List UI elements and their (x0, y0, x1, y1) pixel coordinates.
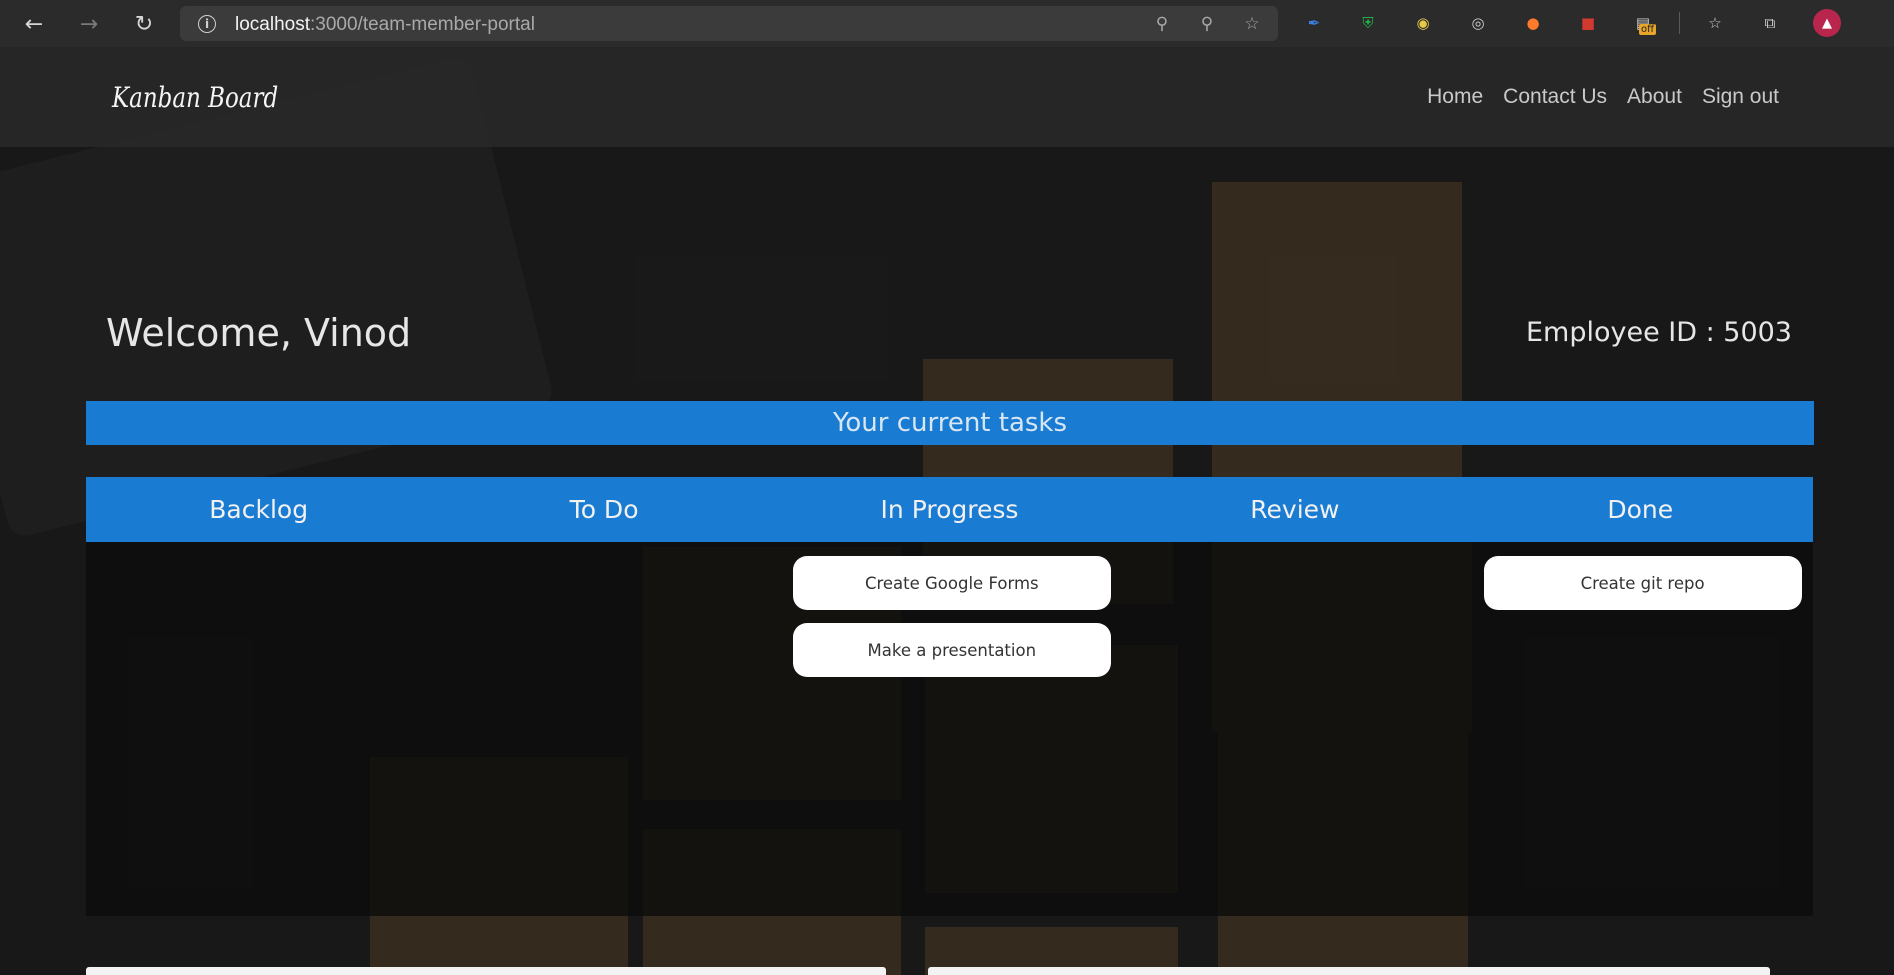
nav-home-link[interactable]: Home (1427, 85, 1483, 109)
refresh-icon[interactable]: ↻ (128, 8, 160, 40)
column-in-progress[interactable]: Create Google Forms Make a presentation (777, 542, 1122, 916)
url-text[interactable]: localhost:3000/team-member-portal (235, 14, 535, 36)
page-viewport: Kanban Board Home Contact Us About Sign … (0, 47, 1894, 975)
toolbar-divider (1679, 12, 1680, 34)
off-badge: off (1639, 24, 1657, 35)
column-review[interactable] (1122, 542, 1467, 916)
color-picker-extension-icon[interactable]: ◉ (1411, 11, 1435, 35)
column-title-in-progress: In Progress (880, 495, 1019, 524)
brand-logo[interactable]: Kanban Board (112, 81, 278, 114)
task-card[interactable]: Create Google Forms (792, 556, 1111, 610)
next-section-edge (928, 967, 1770, 975)
column-title-done: Done (1607, 495, 1674, 524)
task-card[interactable]: Create git repo (1483, 556, 1802, 610)
nav-links: Home Contact Us About Sign out (1407, 85, 1779, 109)
tasks-header-title: Your current tasks (832, 408, 1068, 438)
back-icon[interactable]: ← (18, 8, 50, 40)
nav-about-link[interactable]: About (1627, 85, 1682, 109)
shield-extension-icon[interactable]: ⛨ (1356, 11, 1380, 35)
nav-signout-link[interactable]: Sign out (1702, 85, 1779, 109)
browser-toolbar: ← → ↻ i localhost:3000/team-member-porta… (0, 0, 1894, 47)
collections-icon[interactable]: ⧉ (1758, 11, 1782, 35)
target-extension-icon[interactable]: ◎ (1466, 11, 1490, 35)
address-bar[interactable]: i localhost:3000/team-member-portal ⚲ ⚲ … (180, 6, 1278, 41)
site-navbar: Kanban Board Home Contact Us About Sign … (0, 47, 1894, 147)
url-path: :3000/team-member-portal (310, 14, 535, 35)
column-title-todo: To Do (569, 495, 639, 524)
forward-icon[interactable]: → (73, 8, 105, 40)
url-host: localhost (235, 14, 310, 35)
pen-extension-icon[interactable]: ✒ (1302, 11, 1326, 35)
favorites-icon[interactable]: ☆ (1703, 11, 1727, 35)
info-icon[interactable]: i (198, 15, 216, 33)
off-extension-icon[interactable]: off ▤ (1631, 11, 1657, 35)
tasks-header: Your current tasks (86, 401, 1814, 445)
welcome-heading: Welcome, Vinod (106, 311, 412, 355)
nav-contact-link[interactable]: Contact Us (1503, 85, 1607, 109)
next-section-edge (86, 967, 886, 975)
dot-extension-icon[interactable]: ● (1521, 11, 1545, 35)
board-header: Backlog To Do In Progress Review Done (86, 477, 1813, 542)
kanban-board: Backlog To Do In Progress Review Done Cr… (86, 477, 1813, 916)
book-extension-icon[interactable]: ■ (1576, 11, 1600, 35)
column-done[interactable]: Create git repo (1468, 542, 1813, 916)
column-backlog[interactable] (86, 542, 431, 916)
key-icon[interactable]: ⚲ (1152, 14, 1172, 34)
employee-id: Employee ID : 5003 (1525, 317, 1792, 348)
zoom-icon[interactable]: ⚲ (1197, 14, 1217, 34)
column-title-review: Review (1250, 495, 1340, 524)
column-todo[interactable] (431, 542, 776, 916)
column-title-backlog: Backlog (209, 495, 309, 524)
profile-avatar[interactable]: ▲ (1813, 9, 1841, 37)
add-favorite-icon[interactable]: ☆ (1242, 14, 1262, 34)
task-card[interactable]: Make a presentation (792, 623, 1111, 677)
